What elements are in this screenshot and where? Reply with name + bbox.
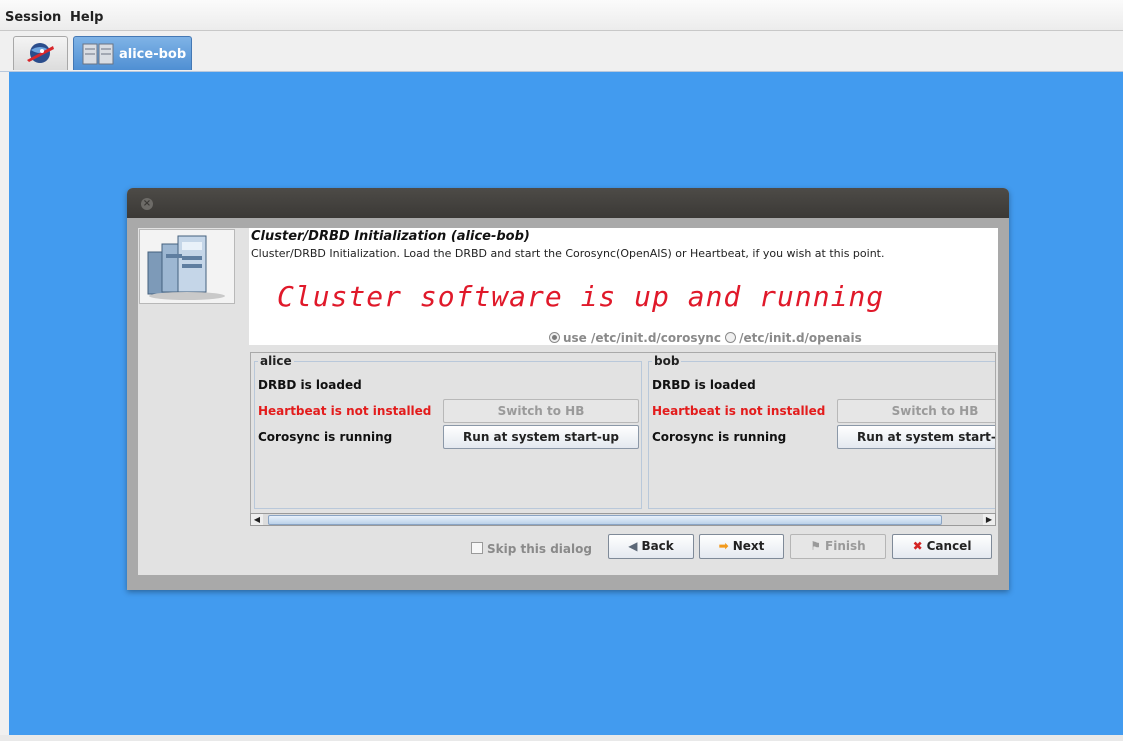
corosync-status: Corosync is running [652, 430, 787, 444]
init-script-radio-group: use /etc/init.d/corosync /etc/init.d/ope… [549, 331, 862, 345]
drbd-status: DRBD is loaded [258, 378, 362, 392]
menu-help[interactable]: Help [70, 10, 103, 25]
back-button-label: Back [641, 539, 674, 553]
tab-alice-bob[interactable]: alice-bob [73, 36, 192, 70]
radio-corosync-label: use /etc/init.d/corosync [563, 331, 721, 345]
radio-button-checked[interactable] [549, 332, 560, 343]
run-at-startup-button[interactable]: Run at system start-up [837, 425, 995, 449]
scrollbar-thumb[interactable] [268, 515, 942, 525]
menu-session[interactable]: Session [5, 10, 61, 25]
hosts-scroll-pane: alice DRBD is loaded Heartbeat is not in… [250, 352, 996, 520]
status-bar [0, 735, 1123, 741]
next-arrow-icon: ➡ [718, 539, 729, 553]
host-panel-alice: alice DRBD is loaded Heartbeat is not in… [254, 354, 642, 509]
host-name: bob [652, 354, 682, 368]
close-icon[interactable]: × [141, 198, 153, 210]
host-panel-bob: bob DRBD is loaded Heartbeat is not inst… [648, 354, 995, 509]
drbd-status: DRBD is loaded [652, 378, 756, 392]
host-name: alice [258, 354, 294, 368]
server-stack-icon [147, 235, 225, 300]
next-button-label: Next [732, 539, 765, 553]
globe-icon [27, 43, 54, 63]
cancel-icon: ✖ [912, 539, 923, 553]
dialog-header: Cluster/DRBD Initialization (alice-bob) … [249, 228, 998, 345]
radio-openais[interactable]: /etc/init.d/openais [725, 331, 862, 345]
cancel-button-label: Cancel [926, 539, 972, 553]
dialog-titlebar[interactable]: × [127, 188, 1009, 218]
radio-button[interactable] [725, 332, 737, 343]
scroll-right-icon[interactable]: ▶ [983, 514, 995, 525]
skip-dialog-checkbox[interactable]: Skip this dialog [471, 542, 592, 556]
horizontal-scrollbar[interactable]: ◀ ▶ [250, 513, 996, 526]
run-at-startup-button[interactable]: Run at system start-up [443, 425, 639, 449]
heartbeat-status: Heartbeat is not installed [652, 404, 826, 418]
back-button[interactable]: ◀ Back [608, 534, 694, 559]
scroll-left-icon[interactable]: ◀ [251, 514, 263, 525]
dialog-title: Cluster/DRBD Initialization (alice-bob) [251, 229, 530, 244]
skip-dialog-label: Skip this dialog [487, 542, 592, 556]
cancel-button[interactable]: ✖ Cancel [892, 534, 992, 559]
tab-bar: alice-bob [0, 31, 1123, 72]
tab-label: alice-bob [119, 47, 187, 62]
status-message: Cluster software is up and running [277, 280, 885, 313]
finish-flag-icon: ⚑ [810, 539, 822, 553]
dialog-body: Cluster/DRBD Initialization (alice-bob) … [138, 228, 998, 575]
finish-button-label: Finish [825, 539, 866, 553]
back-arrow-icon: ◀ [628, 539, 638, 553]
dialog-logo [139, 229, 235, 304]
next-button[interactable]: ➡ Next [699, 534, 784, 559]
tab-all-hosts[interactable] [13, 36, 68, 70]
switch-to-hb-button[interactable]: Switch to HB [443, 399, 639, 423]
finish-button[interactable]: ⚑ Finish [790, 534, 886, 559]
menu-bar: Session Help [0, 0, 1123, 31]
heartbeat-status: Heartbeat is not installed [258, 404, 432, 418]
cluster-init-dialog: × Cluster/DRBD Initialization (alice-bob… [127, 188, 1009, 590]
corosync-status: Corosync is running [258, 430, 393, 444]
dialog-description: Cluster/DRBD Initialization. Load the DR… [251, 247, 885, 260]
checkbox-icon[interactable] [471, 542, 483, 554]
switch-to-hb-button[interactable]: Switch to HB [837, 399, 995, 423]
servers-icon [82, 43, 114, 65]
radio-corosync[interactable]: use /etc/init.d/corosync [549, 331, 721, 345]
dialog-buttons: Skip this dialog ◀ Back ➡ Next ⚑ Finish ✖ Ca… [138, 533, 998, 563]
radio-openais-label: /etc/init.d/openais [739, 331, 862, 345]
